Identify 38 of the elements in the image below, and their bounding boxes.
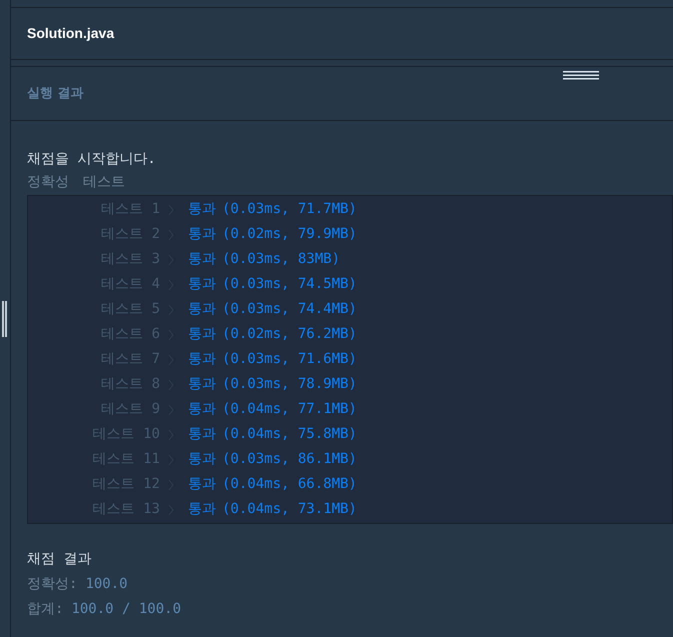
- test-detail: (0.03ms, 74.4MB): [222, 300, 357, 319]
- resize-handle[interactable]: [2, 300, 7, 336]
- test-detail: (0.03ms, 71.7MB): [222, 200, 357, 219]
- test-detail: (0.03ms, 86.1MB): [222, 450, 357, 469]
- test-detail: (0.03ms, 74.5MB): [222, 275, 357, 294]
- test-status: 통과: [188, 200, 216, 219]
- test-detail: (0.04ms, 66.8MB): [222, 475, 357, 494]
- panel-title: 실행 결과: [27, 84, 84, 103]
- summary-value: 100.0 / 100.0: [71, 600, 182, 619]
- test-detail: (0.04ms, 75.8MB): [222, 425, 357, 444]
- file-tab-title[interactable]: Solution.java: [27, 23, 114, 44]
- section-label: 테스트: [83, 173, 125, 192]
- test-detail: (0.02ms, 79.9MB): [222, 225, 357, 244]
- test-status: 통과: [188, 250, 216, 269]
- test-status: 통과: [188, 450, 216, 469]
- test-status: 통과: [188, 325, 216, 344]
- result-title: 채점 결과: [27, 550, 92, 569]
- test-detail: (0.04ms, 77.1MB): [222, 400, 357, 419]
- test-status: 통과: [188, 425, 216, 444]
- summary-label: 합계:: [27, 600, 64, 619]
- summary-value: 100.0: [85, 575, 128, 594]
- summary-label: 정확성:: [27, 575, 78, 594]
- test-status: 통과: [188, 500, 216, 519]
- test-status: 통과: [188, 350, 216, 369]
- test-detail: (0.04ms, 73.1MB): [222, 500, 357, 519]
- test-detail: (0.03ms, 78.9MB): [222, 375, 357, 394]
- section-label: 정확성: [27, 173, 69, 192]
- test-detail: (0.03ms, 71.6MB): [222, 350, 357, 369]
- start-message: 채점을 시작합니다.: [27, 150, 157, 169]
- test-status: 통과: [188, 275, 216, 294]
- test-detail: (0.03ms, 83MB): [222, 250, 340, 269]
- test-status: 통과: [188, 400, 216, 419]
- test-status: 통과: [188, 300, 216, 319]
- drag-handle-icon[interactable]: [563, 71, 599, 80]
- test-status: 통과: [188, 475, 216, 494]
- test-detail: (0.02ms, 76.2MB): [222, 325, 357, 344]
- test-status: 통과: [188, 375, 216, 394]
- test-status: 통과: [188, 225, 216, 244]
